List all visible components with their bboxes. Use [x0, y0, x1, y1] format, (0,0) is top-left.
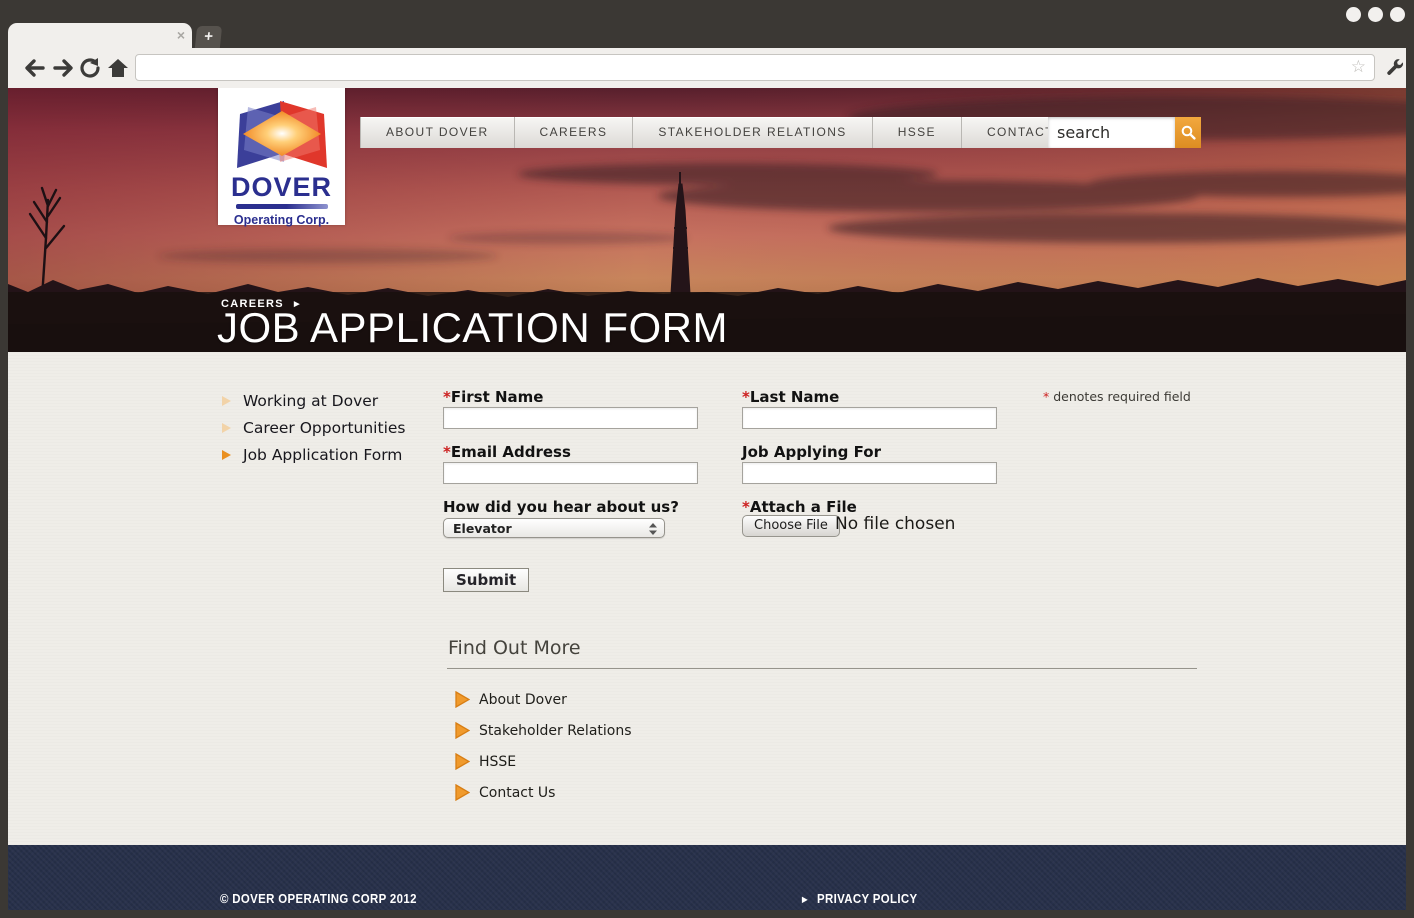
reload-button[interactable] — [77, 55, 103, 81]
link-contact-us[interactable]: Contact Us — [455, 777, 632, 808]
site-nav: ABOUT DOVER CAREERS STAKEHOLDER RELATION… — [360, 117, 1080, 148]
arrow-icon — [222, 396, 231, 406]
back-button[interactable] — [22, 55, 48, 81]
job-applying-for-label: Job Applying For — [742, 443, 881, 461]
hero-header: DOVER Operating Corp. ABOUT DOVER CAREER… — [8, 88, 1406, 352]
last-name-field[interactable] — [742, 407, 997, 429]
sidebar-item-career-opportunities[interactable]: Career Opportunities — [222, 419, 406, 437]
url-input[interactable] — [144, 56, 1334, 79]
submit-button[interactable]: Submit — [443, 568, 529, 592]
link-about-dover[interactable]: About Dover — [455, 684, 632, 715]
sidebar-nav: Working at Dover Career Opportunities Jo… — [222, 392, 406, 473]
browser-toolbar: ☆ — [8, 48, 1406, 88]
search-button[interactable] — [1175, 117, 1201, 148]
arrow-icon — [222, 450, 231, 460]
logo-wordmark: DOVER — [218, 174, 345, 201]
email-field[interactable] — [443, 462, 698, 484]
tab-close-icon[interactable]: × — [177, 27, 185, 43]
arrow-icon — [455, 691, 470, 708]
link-hsse[interactable]: HSSE — [455, 746, 632, 777]
browser-window: × + ☆ — [0, 0, 1414, 918]
nav-item-hsse[interactable]: HSSE — [873, 117, 962, 148]
bookmark-star-icon[interactable]: ☆ — [1351, 57, 1366, 77]
hear-about-selected-value: Elevator — [453, 521, 512, 536]
choose-file-button[interactable]: Choose File — [742, 515, 840, 537]
browser-tab[interactable]: × — [8, 23, 192, 48]
settings-wrench-icon[interactable] — [1384, 57, 1405, 78]
nav-item-about-dover[interactable]: ABOUT DOVER — [360, 117, 515, 148]
arrow-icon — [455, 784, 470, 801]
link-stakeholder-relations[interactable]: Stakeholder Relations — [455, 715, 632, 746]
new-tab-button[interactable]: + — [195, 26, 222, 48]
window-control-dot[interactable] — [1368, 7, 1383, 22]
file-status-text: No file chosen — [835, 514, 955, 534]
email-label: *Email Address — [443, 443, 571, 461]
site-search — [1048, 117, 1201, 148]
hero-title-band: CAREERS► JOB APPLICATION FORM — [8, 292, 1406, 352]
page-title: JOB APPLICATION FORM — [217, 305, 728, 351]
divider — [447, 668, 1197, 669]
privacy-policy-link[interactable]: ►PRIVACY POLICY — [800, 891, 917, 906]
site-footer: © DOVER OPERATING CORP 2012 ►PRIVACY POL… — [8, 845, 1406, 910]
dover-logo-mark — [234, 94, 330, 174]
main-content: Working at Dover Career Opportunities Jo… — [8, 352, 1406, 845]
job-applying-for-field[interactable] — [742, 462, 997, 484]
window-controls — [1346, 7, 1405, 22]
address-bar[interactable]: ☆ — [135, 54, 1375, 81]
home-button[interactable] — [105, 55, 131, 81]
first-name-field[interactable] — [443, 407, 698, 429]
arrow-icon — [455, 722, 470, 739]
first-name-label: *First Name — [443, 388, 543, 406]
window-control-dot[interactable] — [1390, 7, 1405, 22]
select-stepper-icon — [649, 523, 657, 535]
window-control-dot[interactable] — [1346, 7, 1361, 22]
nav-item-stakeholder[interactable]: STAKEHOLDER RELATIONS — [633, 117, 872, 148]
sidebar-item-job-application-form[interactable]: Job Application Form — [222, 446, 406, 464]
last-name-label: *Last Name — [742, 388, 839, 406]
copyright-text: © DOVER OPERATING CORP 2012 — [220, 891, 417, 906]
logo-subtitle: Operating Corp. — [218, 213, 345, 227]
find-out-more-title: Find Out More — [448, 637, 581, 659]
arrow-icon: ► — [800, 894, 810, 906]
arrow-icon — [455, 753, 470, 770]
search-input[interactable] — [1048, 117, 1175, 148]
required-field-note: * denotes required field — [1043, 389, 1191, 404]
forward-button[interactable] — [50, 55, 76, 81]
dover-logo[interactable]: DOVER Operating Corp. — [218, 88, 345, 225]
find-out-more-links: About Dover Stakeholder Relations HSSE C… — [455, 684, 632, 808]
arrow-icon — [222, 423, 231, 433]
search-icon — [1181, 125, 1196, 140]
web-page: DOVER Operating Corp. ABOUT DOVER CAREER… — [8, 88, 1406, 910]
nav-item-careers[interactable]: CAREERS — [515, 117, 634, 148]
hear-about-label: How did you hear about us? — [443, 498, 679, 516]
logo-underline — [236, 204, 328, 209]
hear-about-select[interactable]: Elevator — [443, 518, 665, 538]
sidebar-item-working-at-dover[interactable]: Working at Dover — [222, 392, 406, 410]
